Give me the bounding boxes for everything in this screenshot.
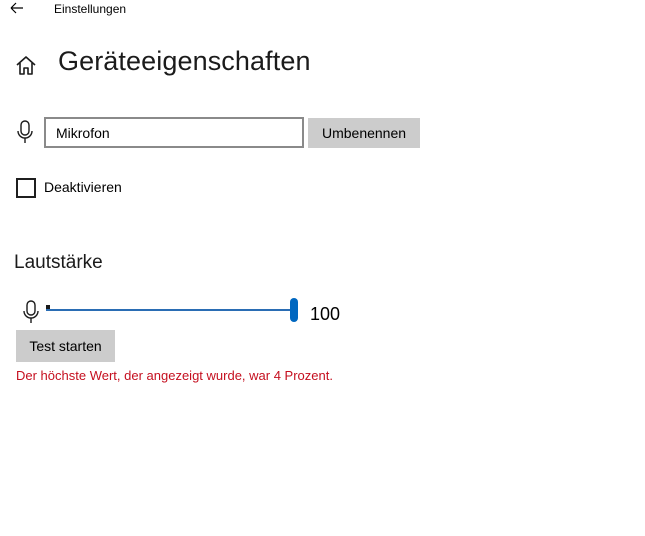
title-bar: Einstellungen [0, 0, 645, 20]
rename-button[interactable]: Umbenennen [308, 118, 420, 148]
home-icon [16, 56, 36, 75]
disable-checkbox[interactable] [16, 178, 36, 198]
volume-slider[interactable] [44, 298, 300, 322]
peak-meter-indicator [46, 305, 50, 309]
microphone-icon [22, 300, 40, 324]
volume-value: 100 [310, 304, 341, 324]
device-name-input[interactable] [44, 117, 304, 148]
home-button[interactable] [14, 54, 38, 78]
volume-section-title: Lautstärke [14, 252, 103, 273]
slider-track [46, 309, 290, 311]
page-title: Geräteeigenschaften [58, 46, 311, 76]
settings-window: Einstellungen Geräteeigenschaften Umbene… [0, 0, 645, 536]
peak-value-message: Der höchste Wert, der angezeigt wurde, w… [16, 368, 333, 383]
test-start-button[interactable]: Test starten [16, 330, 115, 362]
disable-checkbox-label: Deaktivieren [44, 179, 122, 195]
back-button[interactable] [6, 0, 28, 18]
slider-thumb[interactable] [290, 298, 298, 322]
back-arrow-icon [10, 2, 23, 14]
window-title: Einstellungen [54, 2, 127, 16]
microphone-icon [16, 120, 34, 144]
